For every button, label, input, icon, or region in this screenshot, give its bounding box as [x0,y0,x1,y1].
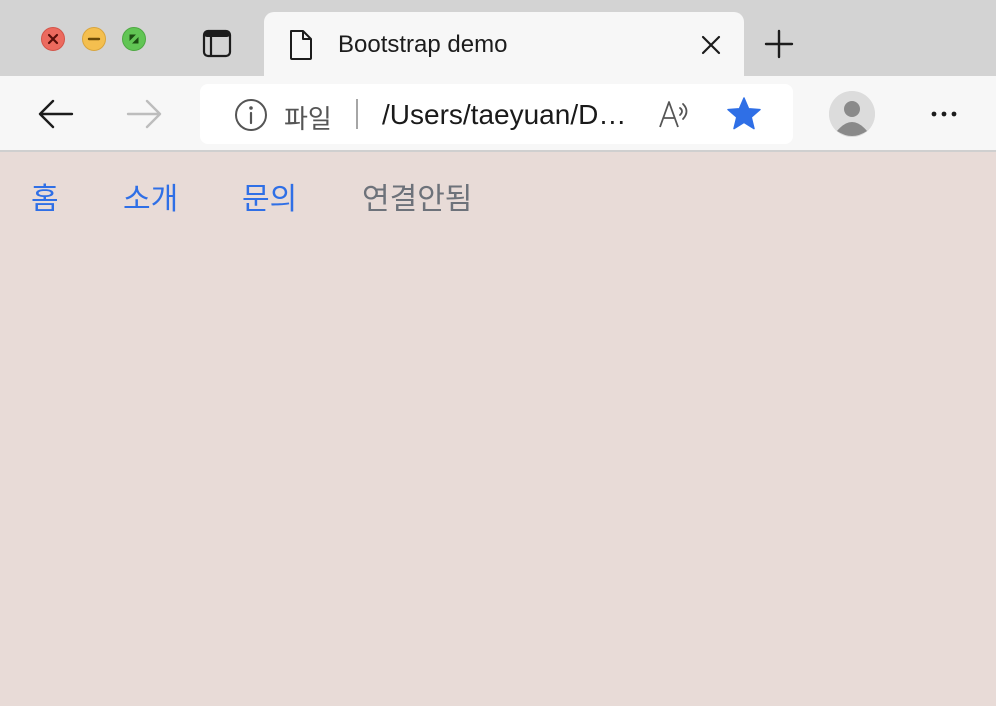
more-button[interactable] [926,102,962,126]
forward-button[interactable] [124,94,164,134]
nav-link-disabled: 연결안됨 [362,182,473,217]
tab-actions-button[interactable] [200,28,234,60]
nav-link-about[interactable]: 소개 [123,174,178,218]
nav-link-contact[interactable]: 문의 [242,174,297,218]
close-icon[interactable] [700,34,722,56]
back-button[interactable] [36,94,76,134]
arrow-left-icon [38,99,74,129]
address-bar[interactable]: 파일 /Users/taeyuan/D… [200,84,793,144]
arrow-right-icon [126,99,162,129]
address-divider [356,99,358,129]
document-icon [290,30,312,60]
window-maximize-button[interactable] [122,27,146,51]
more-icon [931,111,957,117]
minimize-icon [87,37,101,41]
info-icon[interactable] [234,98,268,132]
new-tab-button[interactable] [762,28,796,60]
browser-tab[interactable]: Bootstrap demo [264,12,744,76]
site-scheme-label[interactable]: 파일 [284,99,332,136]
plus-icon [764,29,794,59]
browser-toolbar: 파일 /Users/taeyuan/D… [0,76,996,152]
window-close-button[interactable] [41,27,65,51]
page-nav: 홈 소개 문의 연결안됨 [0,154,996,224]
avatar-icon [829,91,875,137]
url-text[interactable]: /Users/taeyuan/D… [382,99,638,131]
tab-title: Bootstrap demo [338,31,508,58]
read-aloud-icon[interactable] [656,96,694,132]
profile-button[interactable] [829,91,875,137]
star-icon[interactable] [726,96,762,132]
close-icon [47,33,59,45]
nav-link-home[interactable]: 홈 [31,174,59,218]
tab-actions-icon [202,29,232,58]
maximize-icon [129,34,139,44]
tab-strip: Bootstrap demo [0,0,996,76]
window-minimize-button[interactable] [82,27,106,51]
